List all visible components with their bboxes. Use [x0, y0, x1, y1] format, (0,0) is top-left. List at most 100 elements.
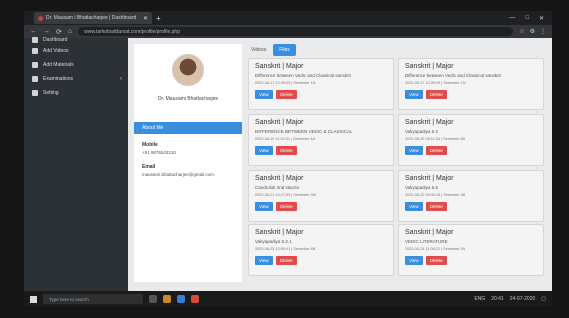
sidebar-item-add-materials[interactable]: Add Materials	[24, 58, 128, 72]
view-button[interactable]: View	[405, 90, 423, 99]
card-description: Vakyapadiya 6.2	[405, 129, 438, 134]
extensions-icon[interactable]: ⚙	[530, 28, 535, 35]
card-actions: View Delete	[255, 90, 387, 99]
browser-tab[interactable]: Dr. Mausam i Bhattacharjee | Dashboard ✕	[34, 12, 152, 24]
card-description: Difference between Vedic and Classical s…	[255, 73, 351, 78]
card-title: Sanskrit | Major	[255, 63, 304, 70]
sidebar-item-label: Setting	[43, 90, 59, 96]
browser-tools: ☆ ⚙ ⋮	[519, 28, 546, 35]
delete-button[interactable]: Delete	[425, 90, 447, 99]
card-description: Difference between Vedic and Classical s…	[405, 73, 501, 78]
card-title: Sanskrit | Major	[405, 229, 454, 236]
forward-icon[interactable]: →	[43, 28, 50, 35]
delete-button[interactable]: Delete	[425, 202, 447, 211]
minimize-icon[interactable]: —	[509, 15, 515, 22]
about-me-header[interactable]: About Me	[134, 122, 242, 134]
content-card: Sanskrit | Major Difference between Vedic…	[398, 58, 544, 110]
sidebar-item-add-videos[interactable]: Add Videos	[24, 44, 128, 58]
view-button[interactable]: View	[255, 146, 273, 155]
content-tabs: Videos Files	[248, 44, 296, 56]
setting-icon	[32, 90, 38, 96]
card-meta: 2020-06-23 12:55:41 | Semester 6B	[255, 247, 316, 251]
card-description: Candrolok 2nd stanza	[255, 185, 299, 190]
language-indicator[interactable]: ENG	[474, 296, 485, 302]
card-title: Sanskrit | Major	[405, 175, 454, 182]
delete-button[interactable]: Delete	[275, 146, 297, 155]
sidebar-item-label: Add Videos	[43, 48, 69, 54]
maximize-icon[interactable]: □	[525, 15, 529, 22]
profile-name: Dr. Mausami Bhattacharjee	[157, 96, 219, 102]
menu-icon[interactable]: ⋮	[540, 28, 546, 35]
content-card: Sanskrit | Major VEDIC LITERATURE 2020-06-…	[398, 224, 544, 276]
clock-time[interactable]: 20:41	[491, 296, 504, 302]
sidebar-item-label: Examinations	[43, 76, 74, 82]
email-label: Email	[142, 164, 156, 170]
file-explorer-icon[interactable]	[163, 295, 171, 303]
content-card: Sanskrit | Major DIFFERENCE BETWEEN VEDIC…	[248, 114, 394, 166]
sidebar: Dashboard Add Videos Add Materials Exami…	[24, 36, 128, 291]
new-tab-icon[interactable]: +	[156, 14, 161, 23]
video-icon	[32, 48, 38, 54]
chrome-icon[interactable]	[191, 295, 199, 303]
view-button[interactable]: View	[405, 146, 423, 155]
home-icon[interactable]: ⌂	[68, 28, 72, 35]
view-button[interactable]: View	[405, 256, 423, 265]
close-window-icon[interactable]: ✕	[539, 15, 544, 22]
bookmark-icon[interactable]: ☆	[519, 28, 524, 35]
sidebar-item-dashboard[interactable]: Dashboard	[24, 36, 128, 44]
card-meta: 2020-06-24 11:08:22 | Semester 2N	[405, 247, 466, 251]
clock-date[interactable]: 24-07-2020	[510, 296, 536, 302]
card-description: DIFFERENCE BETWEEN VEDIC & CLASSICAL	[255, 129, 353, 134]
delete-button[interactable]: Delete	[425, 146, 447, 155]
windows-start-icon[interactable]	[30, 295, 37, 303]
card-title: Sanskrit | Major	[405, 63, 454, 70]
card-description: VEDIC LITERATURE	[405, 239, 448, 244]
reload-icon[interactable]: ⟳	[56, 28, 62, 36]
content-card: Sanskrit | Major Vakyapadiya 6.2 2020-06-2…	[398, 114, 544, 166]
sidebar-item-label: Dashboard	[43, 37, 68, 43]
delete-button[interactable]: Delete	[425, 256, 447, 265]
card-actions: View Delete	[405, 90, 537, 99]
card-title: Sanskrit | Major	[255, 119, 304, 126]
card-description: Vakyapadiya 6.5	[405, 185, 438, 190]
sidebar-item-examinations[interactable]: Examinations ‹	[24, 72, 128, 86]
view-button[interactable]: View	[255, 90, 273, 99]
sidebar-item-label: Add Materials	[43, 62, 74, 68]
card-actions: View Delete	[255, 146, 387, 155]
screen: Dr. Mausam i Bhattacharjee | Dashboard ✕…	[24, 11, 552, 307]
delete-button[interactable]: Delete	[275, 202, 297, 211]
card-meta: 2020-06-21 10:27:03 | Semester 3M	[255, 193, 316, 197]
content-card: Sanskrit | Major Difference between Vedic…	[248, 58, 394, 110]
mobile-field: Mobile +91 9876543210	[142, 142, 176, 155]
notification-icon[interactable]: ▢	[541, 296, 546, 302]
content-card: Sanskrit | Major Candrolok 2nd stanza 2020…	[248, 170, 394, 222]
close-tab-icon[interactable]: ✕	[143, 15, 148, 22]
avatar	[172, 54, 204, 86]
window-controls: — □ ✕	[509, 15, 544, 22]
tab-title: Dr. Mausam i Bhattacharjee | Dashboard	[46, 15, 137, 21]
back-icon[interactable]: ←	[30, 28, 37, 35]
url-input[interactable]: www.tarkobaddarsat.com/profile/profile.p…	[78, 27, 514, 36]
main-content: Videos Files Sanskrit | Major Difference …	[248, 44, 548, 286]
delete-button[interactable]: Delete	[275, 256, 297, 265]
sidebar-item-setting[interactable]: Setting	[24, 86, 128, 100]
card-actions: View Delete	[405, 202, 537, 211]
tab-files[interactable]: Files	[273, 44, 296, 56]
view-button[interactable]: View	[255, 256, 273, 265]
taskbar-search-input[interactable]: Type here to search	[43, 294, 143, 304]
card-meta: 2020-06-22 09:40:18 | Semester 6B	[405, 193, 466, 197]
content-card: Sanskrit | Major Vakyapadiya 6.5 2020-06-2…	[398, 170, 544, 222]
view-button[interactable]: View	[255, 202, 273, 211]
card-meta: 2020-06-17 12:39:09 | Semester 1N	[405, 81, 466, 85]
view-button[interactable]: View	[405, 202, 423, 211]
edge-icon[interactable]	[177, 295, 185, 303]
taskbar: Type here to search ENG 20:41 24-07-2020…	[24, 291, 552, 307]
delete-button[interactable]: Delete	[275, 90, 297, 99]
exam-icon	[32, 76, 38, 82]
card-actions: View Delete	[405, 146, 537, 155]
tab-videos[interactable]: Videos	[248, 45, 269, 55]
email-value: mausami.bhattacharjee@gmail.com	[142, 172, 214, 177]
task-view-icon[interactable]	[149, 295, 157, 303]
card-title: Sanskrit | Major	[255, 229, 304, 236]
card-actions: View Delete	[255, 256, 387, 265]
